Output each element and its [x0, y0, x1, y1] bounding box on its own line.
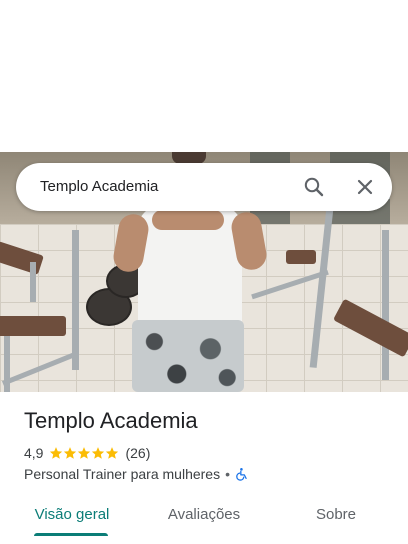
photo-machine-seat [286, 250, 316, 264]
star-icon [106, 447, 119, 459]
tab-reviews[interactable]: Avaliações [152, 496, 256, 532]
rating-value: 4,9 [24, 445, 44, 461]
reviews-count[interactable]: (26) [125, 445, 150, 461]
photo-bench-frame [30, 262, 36, 302]
search-icon[interactable] [302, 175, 326, 199]
star-icon [64, 447, 77, 459]
category-row: Personal Trainer para mulheres • [24, 465, 249, 483]
separator-dot: • [225, 466, 231, 482]
active-tab-indicator [34, 533, 108, 536]
star-icon [50, 447, 63, 459]
photo-bench [0, 316, 66, 336]
tab-about[interactable]: Sobre [290, 496, 382, 532]
search-input[interactable]: Templo Academia [40, 163, 158, 211]
rating-stars [49, 446, 119, 460]
rating-row[interactable]: 4,9 (26) [24, 444, 150, 462]
wheelchair-icon[interactable] [235, 467, 249, 481]
photo-person-hands [152, 210, 224, 230]
search-bar[interactable]: Templo Academia [16, 163, 392, 211]
photo-person-pants [132, 320, 244, 392]
place-category: Personal Trainer para mulheres [24, 466, 221, 482]
photo-rack-post [72, 230, 79, 370]
photo-rack-post [382, 230, 389, 380]
place-tabs: Visão geral Avaliações Sobre [0, 496, 408, 544]
map-area-blank [0, 0, 408, 152]
star-icon [78, 447, 91, 459]
place-title: Templo Academia [24, 408, 198, 433]
star-icon [92, 447, 105, 459]
close-icon[interactable] [353, 175, 377, 199]
tab-overview[interactable]: Visão geral [24, 496, 120, 532]
